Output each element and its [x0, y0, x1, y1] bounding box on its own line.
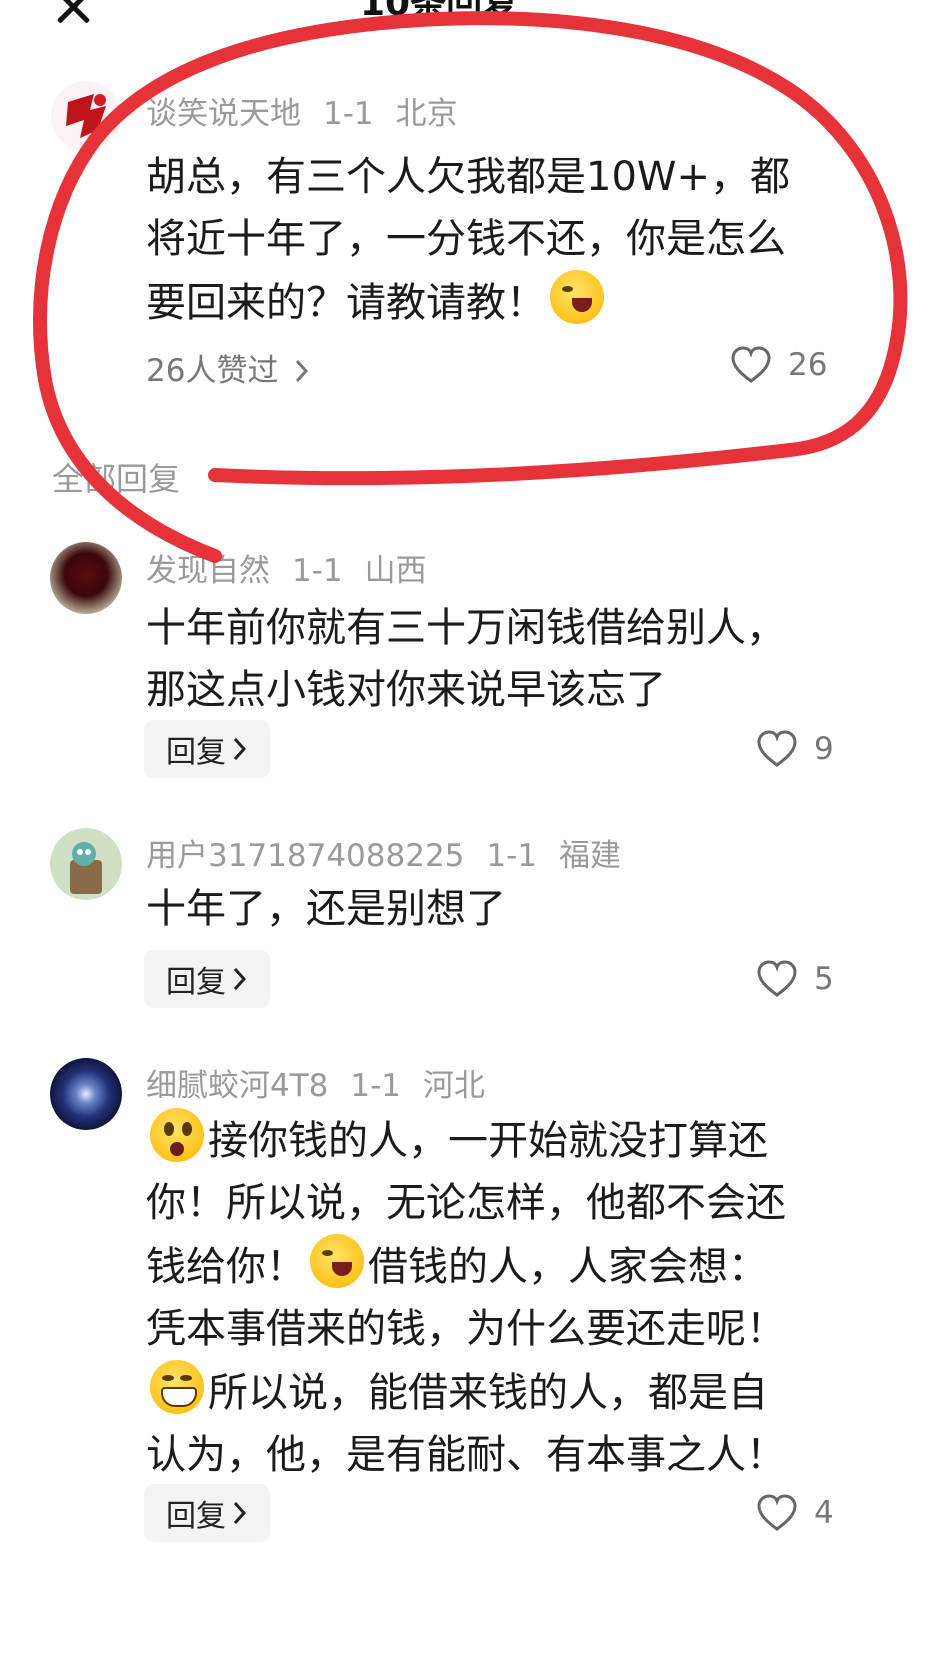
comment-text: 接你钱的人，一开始就没打算还 你！所以说，无论怎样，他都不会还 钱给你！ 借钱的人… [146, 1108, 786, 1486]
username[interactable]: 发现自然 [146, 553, 270, 589]
shock-emoji [150, 1108, 204, 1162]
comment-location: 北京 [395, 96, 458, 132]
comment-line: 要回来的？请教请教！ [146, 280, 546, 326]
section-label: 全部回复 [52, 460, 181, 498]
comment-text: 胡总，有三个人欠我都是10W+，都 将近十年了，一分钱不还，你是怎么 要回来的？… [146, 146, 790, 334]
heart-icon [757, 1494, 797, 1531]
reply-button[interactable]: 回复 [144, 950, 270, 1008]
avatar[interactable] [50, 828, 122, 900]
chevron-right-icon [296, 359, 309, 383]
chevron-right-icon [233, 1501, 247, 1525]
comment-text: 十年了，还是别想了 [146, 878, 506, 940]
comment-line: 认为，他，是有能耐、有本事之人！ [146, 1432, 786, 1478]
comment-meta: 谈笑说天地 1-1 北京 [146, 88, 480, 133]
username[interactable]: 谈笑说天地 [146, 96, 301, 132]
username[interactable]: 细腻蛟河4T8 [146, 1068, 328, 1104]
reply-button-label: 回复 [166, 735, 226, 770]
comment-line: 将近十年了，一分钱不还，你是怎么 [146, 216, 786, 262]
comment-meta: 用户3171874088225 1-1 福建 [146, 830, 643, 875]
like-button[interactable]: 5 [756, 960, 834, 998]
comment-line: 胡总，有三个人欠我都是10W+，都 [146, 154, 790, 200]
comment-line-wrap: 要回来的？请教请教！ [146, 270, 790, 334]
comment-line-wrap: 接你钱的人，一开始就没打算还 [146, 1108, 786, 1172]
comment-date: 1-1 [323, 96, 374, 132]
comment-location: 山西 [364, 553, 427, 589]
like-button[interactable]: 4 [756, 1494, 834, 1532]
comment-date: 1-1 [486, 838, 538, 874]
comment-location: 福建 [559, 838, 622, 874]
comment-text: 十年前你就有三十万闲钱借给别人， 那这点小钱对你来说早该忘了 [146, 597, 786, 721]
heart-icon [757, 730, 797, 767]
comment-line: 钱给你！ [146, 1244, 306, 1290]
comment-line: 凭本事借来的钱，为什么要还走呢！ [146, 1306, 786, 1352]
heart-icon [731, 346, 771, 383]
comment-line: 借钱的人，人家会想： [368, 1244, 768, 1290]
reply-button-label: 回复 [166, 965, 226, 1000]
comment-meta: 细腻蛟河4T8 1-1 河北 [146, 1060, 507, 1105]
like-count: 26 [788, 347, 828, 383]
like-count: 9 [814, 731, 834, 767]
laugh-emoji [310, 1234, 364, 1288]
page-title: 10条回复 [360, 0, 519, 24]
comment-line: 接你钱的人，一开始就没打算还 [208, 1118, 768, 1164]
comment-line: 你！所以说，无论怎样，他都不会还 [146, 1180, 786, 1226]
comment-line: 十年前你就有三十万闲钱借给别人， [146, 605, 786, 651]
username[interactable]: 用户3171874088225 [146, 838, 464, 874]
avatar[interactable] [50, 80, 122, 152]
top-bar: 10条回复 [0, 0, 928, 40]
like-button[interactable]: 26 [730, 346, 827, 384]
avatar[interactable] [50, 542, 122, 614]
close-icon[interactable] [52, 0, 94, 28]
reply-button-label: 回复 [166, 1499, 226, 1534]
chevron-right-icon [233, 967, 247, 991]
comment-line-wrap: 钱给你！ 借钱的人，人家会想： [146, 1234, 786, 1298]
comment-line: 所以说，能借来钱的人，都是自 [208, 1370, 768, 1416]
laugh-emoji [550, 270, 604, 324]
comment-location: 河北 [423, 1068, 486, 1104]
comment-meta: 发现自然 1-1 山西 [146, 545, 449, 590]
reply-button[interactable]: 回复 [144, 1484, 270, 1542]
grin-emoji [150, 1360, 204, 1414]
avatar[interactable] [50, 1058, 122, 1130]
likes-link[interactable]: 26人赞过 [146, 345, 310, 390]
comment-date: 1-1 [292, 553, 343, 589]
chevron-right-icon [233, 737, 247, 761]
reply-button[interactable]: 回复 [144, 720, 270, 778]
comment-date: 1-1 [350, 1068, 402, 1104]
likes-link-label: 26人赞过 [146, 353, 279, 389]
comment-line-wrap: 所以说，能借来钱的人，都是自 [146, 1360, 786, 1424]
like-button[interactable]: 9 [756, 730, 834, 768]
heart-icon [757, 960, 797, 997]
like-count: 4 [814, 1495, 834, 1531]
like-count: 5 [814, 961, 834, 997]
comment-line: 那这点小钱对你来说早该忘了 [146, 667, 666, 713]
comment-line: 十年了，还是别想了 [146, 886, 506, 932]
